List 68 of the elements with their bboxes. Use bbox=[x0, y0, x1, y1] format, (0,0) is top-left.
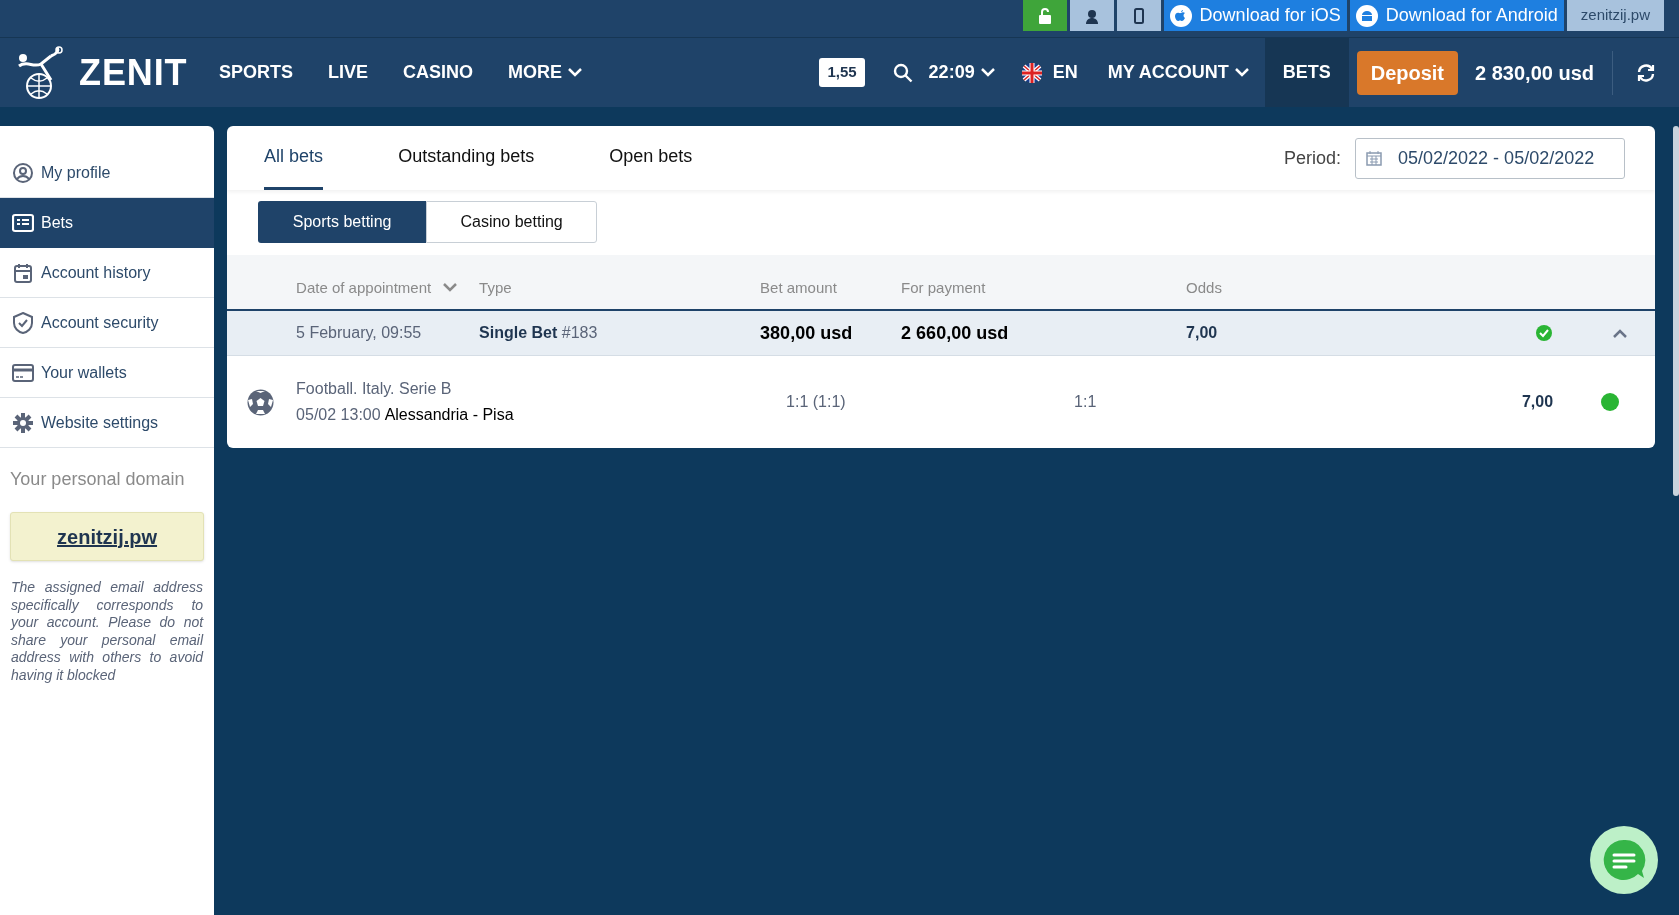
segment-tab[interactable]: Sports betting bbox=[258, 201, 427, 243]
column-header: Type bbox=[479, 277, 512, 298]
chevron-down-icon bbox=[568, 68, 583, 77]
chevron-down-icon bbox=[1234, 68, 1249, 77]
lock-icon bbox=[1037, 7, 1052, 24]
phone-icon bbox=[1133, 7, 1144, 24]
tab[interactable]: Outstanding bets bbox=[398, 126, 535, 190]
segment-tab[interactable]: Casino betting bbox=[426, 201, 598, 243]
nav-link[interactable]: LIVE bbox=[328, 59, 369, 86]
match-time: 05/02 13:00 bbox=[296, 405, 381, 425]
check-icon bbox=[1535, 324, 1554, 342]
balance: 2 830,00 usd bbox=[1475, 50, 1613, 95]
date-range-field[interactable]: 05/02/2022 - 05/02/2022 bbox=[1355, 137, 1626, 179]
league-name: Football. Italy. Serie B bbox=[296, 379, 453, 399]
bets-icon bbox=[12, 212, 34, 234]
time-dropdown[interactable]: 22:09 bbox=[928, 59, 995, 86]
calendar-icon bbox=[1366, 150, 1383, 166]
nav-link[interactable]: CASINO bbox=[403, 59, 474, 86]
person-icon bbox=[1083, 7, 1100, 24]
mobile-button[interactable] bbox=[1116, 0, 1161, 31]
download-button[interactable]: Download for iOS bbox=[1163, 0, 1347, 31]
column-header: For payment bbox=[901, 277, 986, 298]
chevron-down-icon bbox=[443, 283, 458, 293]
bet-amount: 380,00 usd bbox=[760, 321, 854, 345]
column-header: Odds bbox=[1186, 277, 1222, 298]
tab[interactable]: Open bets bbox=[609, 126, 693, 190]
match-score: 1:1 (1:1) bbox=[786, 392, 847, 412]
apple-icon bbox=[1169, 4, 1192, 27]
sidebar-item[interactable]: Website settings bbox=[0, 398, 215, 448]
support-button[interactable] bbox=[1069, 0, 1114, 31]
nav-link[interactable]: SPORTS bbox=[219, 59, 293, 86]
sidebar-item[interactable]: Account history bbox=[0, 248, 215, 298]
lock-button[interactable] bbox=[1022, 0, 1067, 31]
domain-link[interactable]: zenitzij.pw bbox=[57, 521, 158, 552]
domain-link[interactable]: zenitzij.pw bbox=[1566, 0, 1664, 31]
search-icon bbox=[892, 62, 913, 83]
odds-format-button[interactable]: 1,55 bbox=[819, 58, 865, 87]
match-name: Alessandria - Pisa bbox=[384, 405, 514, 425]
outcome: 1:1 bbox=[1074, 392, 1097, 412]
column-header: Bet amount bbox=[760, 277, 837, 298]
settings-icon bbox=[12, 411, 34, 434]
domain-note: The assigned email address specifically corresponds to your account. Please do not share your personal email address with others to avoid having it blocked bbox=[9, 578, 205, 684]
flag-icon bbox=[1020, 61, 1043, 84]
account-dropdown[interactable]: MY ACCOUNT bbox=[1107, 59, 1249, 86]
bets-button[interactable]: BETS bbox=[1264, 38, 1349, 107]
chevron-down-icon bbox=[980, 68, 995, 77]
calendar-icon bbox=[12, 261, 34, 284]
bet-odds: 7,00 bbox=[1186, 323, 1218, 343]
nav-link[interactable]: MORE bbox=[508, 59, 583, 86]
shield-icon bbox=[12, 311, 34, 334]
language-button[interactable]: EN bbox=[1020, 59, 1078, 86]
sidebar-item[interactable]: Bets bbox=[0, 198, 215, 248]
bet-date: 5 February, 09:55 bbox=[296, 323, 423, 343]
sidebar-item[interactable]: Account security bbox=[0, 298, 215, 348]
bet-type: Single Bet #183 bbox=[479, 323, 599, 343]
soccer-ball-icon bbox=[247, 388, 275, 416]
download-button[interactable]: Download for Android bbox=[1349, 0, 1564, 31]
card-icon bbox=[12, 361, 34, 384]
period-label: Period: bbox=[1284, 146, 1342, 170]
profile-icon bbox=[12, 161, 34, 184]
logo-text: ZENIT bbox=[79, 50, 188, 95]
bet-row[interactable]: 5 February, 09:55 Single Bet #183 380,00 usd 2 660,00 usd 7,00 bbox=[227, 311, 1656, 355]
section-title: Your personal domain bbox=[9, 468, 186, 491]
payment-amount: 2 660,00 usd bbox=[901, 321, 1010, 345]
sidebar-item[interactable]: Your wallets bbox=[0, 348, 215, 398]
selection-odds: 7,00 bbox=[1521, 392, 1554, 412]
refresh-icon bbox=[1635, 61, 1657, 84]
tab[interactable]: All bets bbox=[264, 126, 324, 190]
